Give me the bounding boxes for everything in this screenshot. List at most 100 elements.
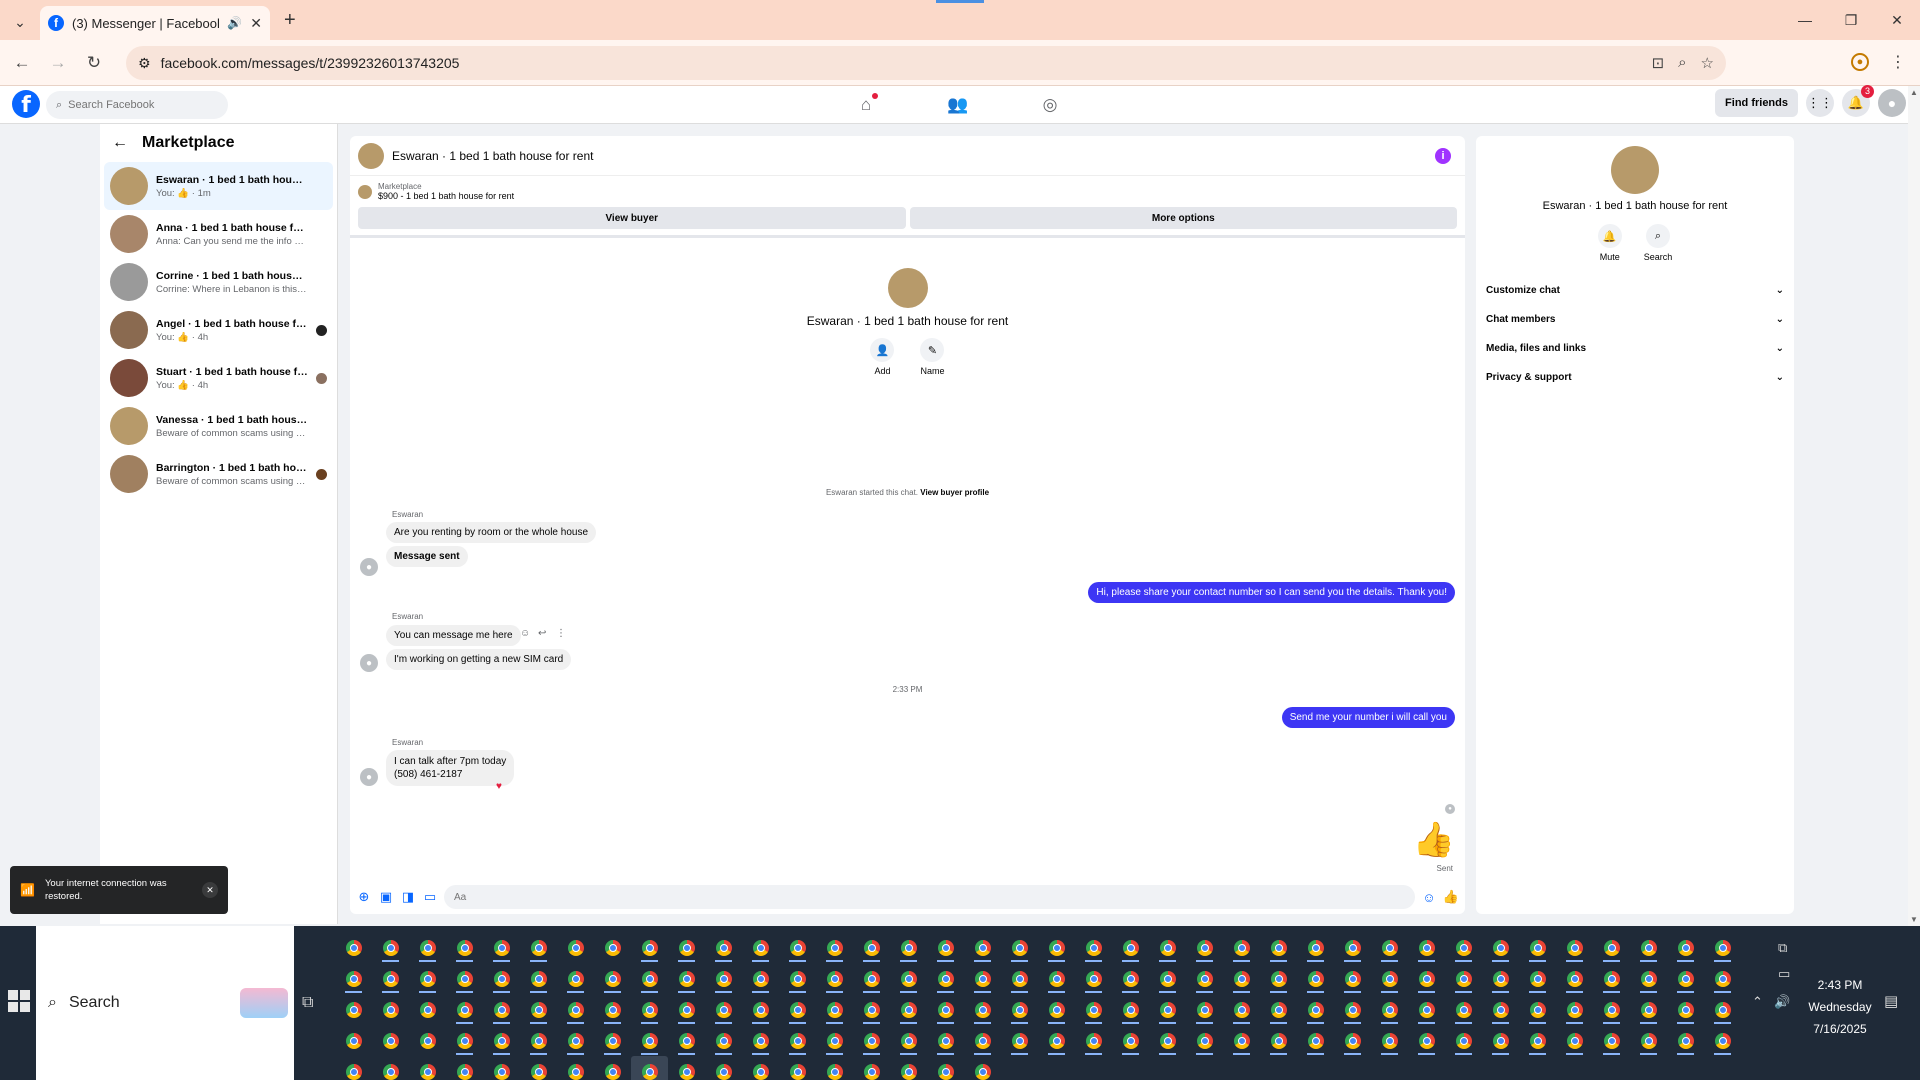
menu-grid-icon[interactable]: ⋮⋮ — [1806, 89, 1834, 117]
conversation-item[interactable]: Eswaran · 1 bed 1 bath house for re...Yo… — [104, 162, 333, 210]
page-scrollbar[interactable]: ▲ ▼ — [1908, 86, 1920, 926]
chrome-taskbar-icon[interactable] — [668, 932, 705, 963]
chrome-taskbar-icon[interactable] — [927, 963, 964, 994]
chrome-taskbar-icon[interactable] — [1445, 963, 1482, 994]
chrome-taskbar-icon[interactable] — [1186, 932, 1223, 963]
chrome-taskbar-icon[interactable] — [1593, 932, 1630, 963]
tab-close-icon[interactable]: ✕ — [250, 15, 262, 32]
account-avatar[interactable]: ● — [1878, 89, 1906, 117]
chrome-taskbar-icon[interactable] — [890, 994, 927, 1025]
windows-start-icon[interactable] — [8, 990, 30, 1012]
chrome-taskbar-icon[interactable] — [890, 1056, 927, 1080]
chrome-taskbar-icon[interactable] — [1630, 1025, 1667, 1056]
message-input[interactable] — [444, 885, 1415, 909]
chrome-taskbar-icon[interactable] — [742, 1025, 779, 1056]
chrome-taskbar-icon[interactable] — [631, 994, 668, 1025]
task-view-icon[interactable]: ⧉ — [302, 994, 313, 1012]
details-section[interactable]: Chat members ⌄ — [1476, 305, 1794, 334]
chrome-taskbar-icon[interactable] — [816, 1056, 853, 1080]
chrome-taskbar-icon[interactable] — [927, 994, 964, 1025]
thumbs-up-icon[interactable]: 👍 — [1413, 820, 1455, 860]
chrome-taskbar-icon[interactable] — [520, 994, 557, 1025]
chrome-taskbar-icon[interactable] — [594, 994, 631, 1025]
chrome-taskbar-icon[interactable] — [557, 1025, 594, 1056]
chrome-taskbar-icon[interactable] — [1001, 932, 1038, 963]
incoming-message[interactable]: You can message me here — [386, 625, 521, 646]
back-arrow-icon[interactable]: ← — [112, 134, 128, 152]
chrome-taskbar-icon[interactable] — [1445, 1025, 1482, 1056]
more-options-button[interactable]: More options — [909, 207, 1457, 229]
chrome-taskbar-icon[interactable] — [372, 963, 409, 994]
tab-search-chevron-icon[interactable]: ⌄ — [8, 10, 32, 34]
chrome-taskbar-icon[interactable] — [1112, 963, 1149, 994]
chrome-taskbar-icon[interactable] — [1038, 994, 1075, 1025]
chrome-taskbar-icon[interactable] — [1223, 994, 1260, 1025]
chrome-taskbar-icon[interactable] — [964, 1056, 1001, 1080]
chrome-taskbar-icon[interactable] — [853, 1025, 890, 1056]
chrome-taskbar-icon[interactable] — [446, 932, 483, 963]
chrome-taskbar-icon[interactable] — [1556, 963, 1593, 994]
chrome-taskbar-icon[interactable] — [1667, 963, 1704, 994]
plus-circle-icon[interactable]: ⊕ — [356, 889, 372, 905]
reload-icon[interactable]: ↻ — [76, 45, 112, 81]
find-friends-button[interactable]: Find friends — [1715, 89, 1798, 117]
chrome-taskbar-icon[interactable] — [779, 963, 816, 994]
chrome-taskbar-icon[interactable] — [409, 932, 446, 963]
copilot-icon[interactable]: ⧉ — [1778, 940, 1787, 956]
new-tab-plus-icon[interactable]: + — [284, 9, 296, 32]
react-smiley-icon[interactable]: ☺ — [520, 628, 530, 639]
chrome-taskbar-icon[interactable] — [372, 994, 409, 1025]
chrome-taskbar-icon[interactable] — [853, 1056, 890, 1080]
sticker-icon[interactable]: ◨ — [400, 889, 416, 905]
chrome-taskbar-icon[interactable] — [631, 1025, 668, 1056]
incoming-message[interactable]: Message sent — [386, 546, 468, 567]
conversation-item[interactable]: Anna · 1 bed 1 bath house for rentAnna: … — [104, 210, 333, 258]
chrome-taskbar-icon[interactable] — [1149, 963, 1186, 994]
chrome-taskbar-icon[interactable] — [1297, 1025, 1334, 1056]
browser-tab-messenger[interactable]: f (3) Messenger | Facebook 🔊 ✕ — [40, 6, 270, 40]
details-section[interactable]: Privacy & support ⌄ — [1476, 363, 1794, 392]
chrome-taskbar-icon[interactable] — [779, 994, 816, 1025]
chrome-taskbar-icon[interactable] — [372, 932, 409, 963]
restore-icon[interactable]: ❐ — [1828, 0, 1874, 40]
chrome-taskbar-icon[interactable] — [1112, 1025, 1149, 1056]
friends-icon[interactable]: 👥 — [942, 92, 974, 118]
chrome-taskbar-icon[interactable] — [816, 932, 853, 963]
chrome-taskbar-icon[interactable] — [1704, 932, 1741, 963]
chrome-taskbar-icon[interactable] — [742, 932, 779, 963]
chrome-taskbar-icon[interactable] — [631, 1056, 668, 1080]
back-arrow-icon[interactable]: ← — [4, 45, 40, 81]
chrome-taskbar-icon[interactable] — [335, 932, 372, 963]
chrome-taskbar-icon[interactable] — [409, 963, 446, 994]
chrome-taskbar-icon[interactable] — [742, 1056, 779, 1080]
chrome-taskbar-icon[interactable] — [483, 1056, 520, 1080]
chrome-taskbar-icon[interactable] — [1186, 994, 1223, 1025]
marketplace-listing-bar[interactable]: Marketplace $900 - 1 bed 1 bath house fo… — [350, 176, 1465, 207]
chrome-taskbar-icon[interactable] — [1482, 1025, 1519, 1056]
chrome-taskbar-icon[interactable] — [520, 1056, 557, 1080]
outgoing-message[interactable]: Send me your number i will call you — [1281, 707, 1455, 728]
chrome-taskbar-icon[interactable] — [1075, 1025, 1112, 1056]
chrome-taskbar-icon[interactable] — [1482, 963, 1519, 994]
chrome-taskbar-icon[interactable] — [335, 1025, 372, 1056]
chrome-taskbar-icon[interactable] — [1334, 994, 1371, 1025]
chrome-taskbar-icon[interactable] — [668, 1025, 705, 1056]
chrome-taskbar-icon[interactable] — [1112, 994, 1149, 1025]
chrome-taskbar-icon[interactable] — [1593, 963, 1630, 994]
conversation-item[interactable]: Barrington · 1 bed 1 bath house ...Bewar… — [104, 450, 333, 498]
chrome-taskbar-icon[interactable] — [1297, 963, 1334, 994]
scroll-up-icon[interactable]: ▲ — [1910, 88, 1918, 97]
facebook-logo-icon[interactable]: f — [12, 90, 40, 118]
view-buyer-button[interactable]: View buyer — [358, 207, 906, 229]
chrome-taskbar-icon[interactable] — [1556, 1025, 1593, 1056]
chrome-taskbar-icon[interactable] — [1519, 932, 1556, 963]
chrome-taskbar-icon[interactable] — [520, 932, 557, 963]
chrome-taskbar-icon[interactable] — [1408, 994, 1445, 1025]
chrome-taskbar-icon[interactable] — [483, 963, 520, 994]
chrome-taskbar-icon[interactable] — [964, 1025, 1001, 1056]
chrome-taskbar-icon[interactable] — [1371, 1025, 1408, 1056]
chrome-taskbar-icon[interactable] — [631, 963, 668, 994]
conversation-item[interactable]: Vanessa · 1 bed 1 bath house for rentBew… — [104, 402, 333, 450]
add-people-button[interactable]: 👤 Add — [870, 338, 895, 376]
chrome-taskbar-icon[interactable] — [1075, 963, 1112, 994]
